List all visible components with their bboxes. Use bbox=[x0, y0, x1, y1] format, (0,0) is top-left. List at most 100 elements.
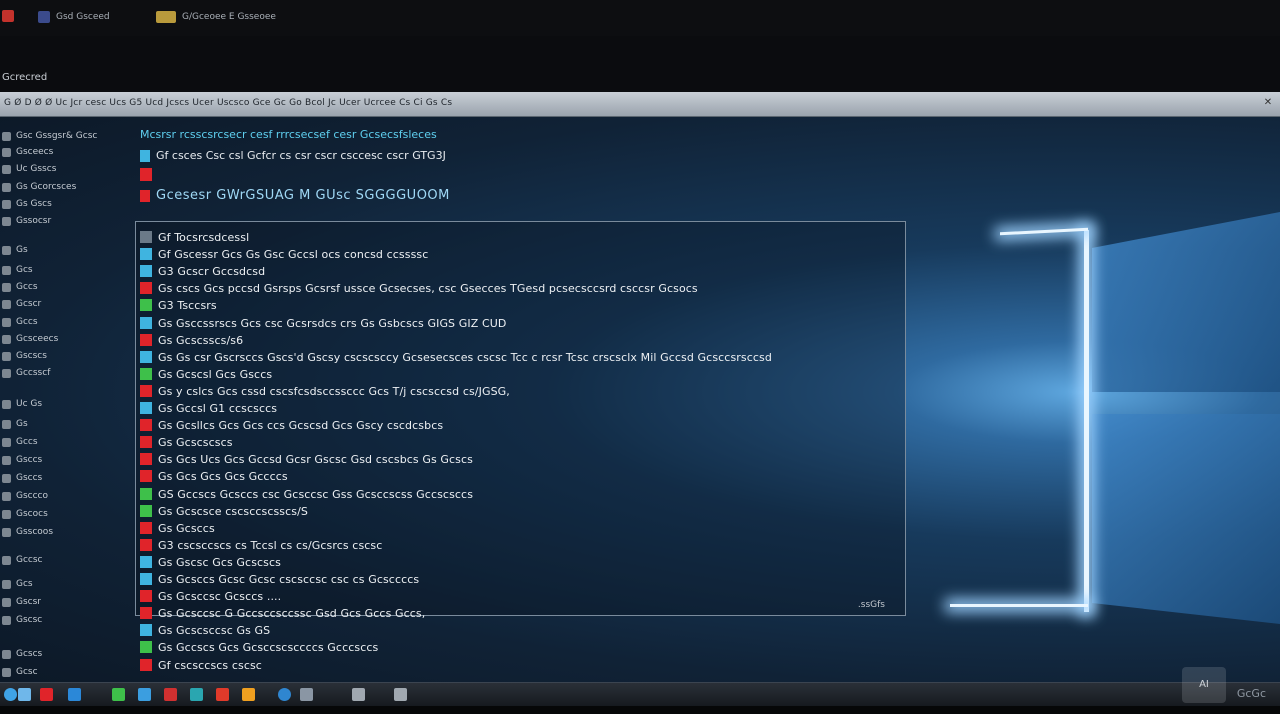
arrow-icon[interactable] bbox=[394, 688, 407, 701]
sidebar-item[interactable]: Gsceecs bbox=[2, 144, 53, 160]
search-icon[interactable] bbox=[18, 688, 31, 701]
tray-badge[interactable]: AI bbox=[1182, 667, 1226, 703]
doc-icon bbox=[2, 455, 11, 465]
row-marker bbox=[140, 231, 152, 243]
app-red2-icon[interactable] bbox=[164, 688, 177, 701]
sidebar-item[interactable]: Gcsc bbox=[2, 664, 38, 680]
list-item[interactable]: Gs Gsccssrscs Gcs csc Gcsrsdcs crs Gs Gs… bbox=[140, 315, 506, 331]
sidebar-item-label: Gccs bbox=[16, 317, 38, 327]
sidebar-item[interactable]: Gs Gcorcsces bbox=[2, 179, 76, 195]
list-item[interactable]: Gs Gcsccsc Gcsccs .... bbox=[140, 588, 281, 604]
sidebar-item[interactable]: Gcscs bbox=[2, 646, 42, 662]
sidebar-item[interactable]: Gscscs bbox=[2, 348, 47, 364]
dot-icon bbox=[2, 649, 11, 659]
corner-app-icon[interactable] bbox=[2, 10, 14, 22]
list-item[interactable]: Gs Gccsl G1 ccscsccs bbox=[140, 400, 277, 416]
menu-bar-text[interactable]: G Ø D Ø Ø Uc Jcr cesc Ucs G5 Ucd Jcscs U… bbox=[4, 98, 452, 108]
list-item[interactable]: Gs Gcscscscs bbox=[140, 434, 233, 450]
sidebar-item[interactable]: Gsccs bbox=[2, 470, 42, 486]
sidebar-item[interactable]: Gcsceecs bbox=[2, 331, 58, 347]
sidebar-item[interactable]: Gscsr bbox=[2, 594, 41, 610]
list-item[interactable]: Gf Tocsrcsdcessl bbox=[140, 229, 249, 245]
sidebar-item[interactable]: Uc Gsscs bbox=[2, 161, 56, 177]
row-marker bbox=[140, 556, 152, 568]
row-marker bbox=[140, 282, 152, 294]
taskbar: AI GcGc bbox=[0, 667, 1280, 707]
doc-icon bbox=[2, 282, 11, 292]
sidebar-item[interactable]: Gcs bbox=[2, 262, 33, 278]
app-red-icon[interactable] bbox=[40, 688, 53, 701]
dot-icon bbox=[2, 667, 11, 677]
sidebar-item[interactable]: Gsscoos bbox=[2, 524, 53, 540]
sidebar-item[interactable]: Gccsscf bbox=[2, 365, 50, 381]
list-item[interactable]: Gs Gcsllcs Gcs Gcs ccs Gcscsd Gcs Gscy c… bbox=[140, 417, 443, 433]
list-item[interactable]: Gf cscsccscs cscsc bbox=[140, 657, 262, 673]
app-gray-icon[interactable] bbox=[300, 688, 313, 701]
list-item[interactable]: Gs Gcscsccsc Gs GS bbox=[140, 622, 270, 638]
list-item[interactable]: G3 Tsccsrs bbox=[140, 297, 217, 313]
app-red3-icon[interactable] bbox=[216, 688, 229, 701]
link-icon[interactable] bbox=[352, 688, 365, 701]
list-item[interactable]: Gs Gcsccs bbox=[140, 520, 215, 536]
list-item[interactable]: GS Gccscs Gcsccs csc Gcsccsc Gss Gcsccsc… bbox=[140, 486, 473, 502]
dot-icon bbox=[2, 399, 11, 409]
sidebar-item[interactable]: Gssocsr bbox=[2, 213, 51, 229]
globe-icon[interactable] bbox=[278, 688, 291, 701]
row-marker bbox=[140, 453, 152, 465]
sidebar-item[interactable]: Gsccs bbox=[2, 452, 42, 468]
list-item[interactable]: Gs Gcsccsc G Gccsccsccssc Gsd Gcs Gccs G… bbox=[140, 605, 425, 621]
list-item[interactable]: Gs Gscsc Gcs Gcscscs bbox=[140, 554, 281, 570]
sidebar-item[interactable]: Gs bbox=[2, 242, 28, 258]
sidebar-item[interactable]: Gsc Gssgsr& Gcsc bbox=[2, 128, 97, 144]
sidebar-item-label: Gsccs bbox=[16, 455, 43, 465]
menu-bar[interactable]: G Ø D Ø Ø Uc Jcr cesc Ucs G5 Ucd Jcscs U… bbox=[0, 92, 1280, 117]
sidebar-item[interactable]: Gcscr bbox=[2, 296, 41, 312]
list-item[interactable]: Gs Gcs Ucs Gcs Gccsd Gcsr Gscsc Gsd cscs… bbox=[140, 451, 473, 467]
edge-icon[interactable] bbox=[138, 688, 151, 701]
row-marker bbox=[140, 505, 152, 517]
top-folder-item[interactable]: G/Gceoee E Gsseoee bbox=[156, 8, 276, 26]
sidebar-item[interactable]: Gccs bbox=[2, 314, 38, 330]
list-item[interactable]: Gs Gcscsscs/s6 bbox=[140, 332, 243, 348]
app-green-icon[interactable] bbox=[112, 688, 125, 701]
list-item[interactable]: Gs Gccscs Gcs Gcsccscsccccs Gcccsccs bbox=[140, 639, 378, 655]
list-item[interactable]: G3 Gcscr Gccsdcsd bbox=[140, 263, 265, 279]
list-item-text: GS Gccscs Gcsccs csc Gcsccsc Gss Gcsccsc… bbox=[158, 487, 474, 501]
sidebar-item[interactable]: Gccs bbox=[2, 279, 38, 295]
list-item[interactable]: Gs Gcscsce cscsccscsscs/S bbox=[140, 503, 308, 519]
list-item[interactable]: Gs y cslcs Gcs cssd cscsfcsdsccssccc Gcs… bbox=[140, 383, 510, 399]
app-orange-icon[interactable] bbox=[242, 688, 255, 701]
start-icon[interactable] bbox=[4, 688, 17, 701]
sidebar-item[interactable]: Gsccco bbox=[2, 488, 48, 504]
sidebar-item[interactable]: Gccsc bbox=[2, 552, 43, 568]
app-icon bbox=[38, 11, 50, 23]
app-teal-icon[interactable] bbox=[190, 688, 203, 701]
row-marker bbox=[140, 573, 152, 585]
sidebar-item-label: Gscsc bbox=[16, 615, 43, 625]
row-marker bbox=[140, 368, 152, 380]
list-item[interactable]: Gs Gs csr Gscrsccs Gscs'd Gscsy cscscscc… bbox=[140, 349, 772, 365]
sidebar-item[interactable]: Gscocs bbox=[2, 506, 48, 522]
app-blue-icon[interactable] bbox=[68, 688, 81, 701]
sidebar-item[interactable]: Gs Gscs bbox=[2, 196, 52, 212]
top-app-item[interactable]: Gsd Gsceed bbox=[38, 8, 110, 26]
sidebar-item[interactable]: Gs bbox=[2, 416, 28, 432]
list-item[interactable]: Gs Gcs Gcs Gcs Gccccs bbox=[140, 468, 288, 484]
list-item[interactable]: Gs Gcsccs Gcsc Gcsc cscsccsc csc cs Gcsc… bbox=[140, 571, 419, 587]
row-marker bbox=[140, 436, 152, 448]
doc-icon bbox=[2, 317, 11, 327]
sidebar-item[interactable]: Gscsc bbox=[2, 612, 42, 628]
list-item[interactable]: Gs cscs Gcs pccsd Gsrsps Gcsrsf ussce Gc… bbox=[140, 280, 698, 296]
close-icon[interactable]: ✕ bbox=[1262, 97, 1274, 109]
sidebar-item[interactable]: Gcs bbox=[2, 576, 33, 592]
dot-icon bbox=[2, 419, 11, 429]
tray-text[interactable]: GcGc bbox=[1237, 687, 1266, 700]
sidebar-item[interactable]: Uc Gs bbox=[2, 396, 42, 412]
row-marker bbox=[140, 470, 152, 482]
list-item[interactable]: Gs Gcscsl Gcs Gsccs bbox=[140, 366, 272, 382]
dot-icon bbox=[2, 491, 11, 501]
folder-icon bbox=[2, 216, 11, 226]
list-item[interactable]: G3 cscsccscs cs Tccsl cs cs/Gcsrcs cscsc bbox=[140, 537, 382, 553]
sidebar-item[interactable]: Gccs bbox=[2, 434, 38, 450]
list-item[interactable]: Gf Gscessr Gcs Gs Gsc Gccsl ocs concsd c… bbox=[140, 246, 428, 262]
